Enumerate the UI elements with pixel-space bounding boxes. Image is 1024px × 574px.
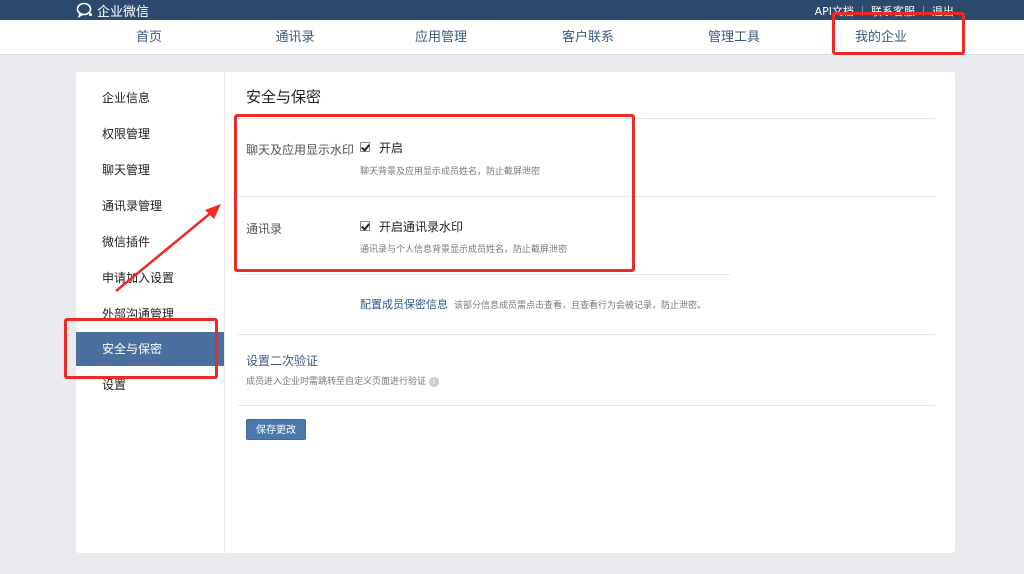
info-icon[interactable]: i <box>429 376 440 387</box>
wecom-logo-icon <box>76 2 93 18</box>
logo[interactable]: 企业微信 <box>76 1 150 20</box>
two-step-desc: 成员进入企业时需跳转至自定义页面进行验证 <box>246 377 427 387</box>
member-secret-desc: 该部分信息成员需点击查看，且查看行为会被记录，防止泄密。 <box>454 301 707 311</box>
nav-item-home[interactable]: 首页 <box>136 20 162 55</box>
sidebar-item-company-info[interactable]: 企业信息 <box>76 81 224 115</box>
member-secret-link[interactable]: 配置成员保密信息 <box>360 296 448 312</box>
save-button[interactable]: 保存更改 <box>246 419 306 440</box>
sidebar: 企业信息 权限管理 聊天管理 通讯录管理 微信插件 申请加入设置 外部沟通管理 … <box>76 72 225 553</box>
nav-item-customer[interactable]: 客户联系 <box>562 20 614 55</box>
sidebar-item-permissions[interactable]: 权限管理 <box>76 117 224 151</box>
sidebar-item-chat[interactable]: 聊天管理 <box>76 153 224 187</box>
nav-item-contacts[interactable]: 通讯录 <box>275 20 314 55</box>
sidebar-item-contacts[interactable]: 通讯录管理 <box>76 189 224 223</box>
annotation-box-watermark <box>234 114 635 272</box>
nav-item-tools[interactable]: 管理工具 <box>708 20 760 55</box>
two-step-title[interactable]: 设置二次验证 <box>246 352 318 369</box>
divider <box>238 405 935 406</box>
logo-text: 企业微信 <box>97 4 150 20</box>
divider <box>238 274 730 275</box>
nav-item-apps[interactable]: 应用管理 <box>415 20 467 55</box>
sidebar-item-join-settings[interactable]: 申请加入设置 <box>76 261 224 295</box>
two-step-desc-wrap: 成员进入企业时需跳转至自定义页面进行验证 i <box>246 374 440 387</box>
page-title: 安全与保密 <box>246 88 322 106</box>
sidebar-item-wechat-plugin[interactable]: 微信插件 <box>76 225 224 259</box>
annotation-box-nav <box>832 12 965 55</box>
divider <box>238 334 935 335</box>
annotation-box-sidebar <box>64 318 218 379</box>
